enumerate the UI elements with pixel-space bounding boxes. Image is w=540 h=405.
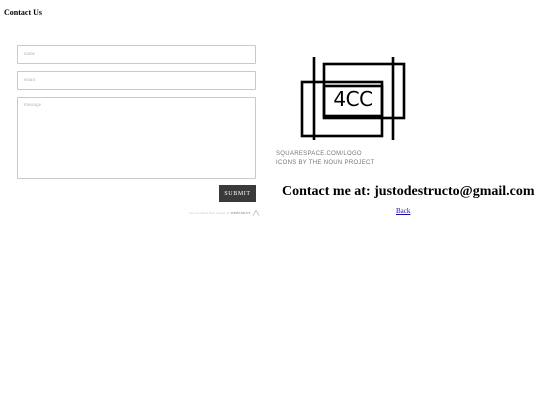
message-textarea[interactable]	[17, 97, 256, 179]
logo-credit-line-2: ICONS BY THE NOUN PROJECT	[276, 159, 375, 166]
widget-brand: WEBLEKTT	[230, 211, 251, 215]
widget-credit[interactable]: Get a Contact Box widget @ WEBLEKTT	[189, 211, 251, 215]
logo-credit: SQUARESPACE.COM/LOGO ICONS BY THE NOUN P…	[276, 150, 375, 167]
page-title: Contact Us	[4, 8, 42, 17]
back-link[interactable]: Back	[396, 207, 410, 215]
contact-form	[17, 45, 256, 186]
widget-credit-text: Get a Contact Box widget @	[189, 211, 230, 215]
logo-credit-line-1: SQUARESPACE.COM/LOGO	[276, 151, 362, 157]
email-input[interactable]	[17, 71, 256, 90]
logo-text: 4CC	[333, 87, 373, 111]
widget-logo-icon	[252, 210, 260, 216]
name-input[interactable]	[17, 45, 256, 64]
contact-heading: Contact me at: justodestructo@gmail.com	[282, 184, 535, 199]
submit-button[interactable]: SUBMIT	[219, 185, 256, 202]
